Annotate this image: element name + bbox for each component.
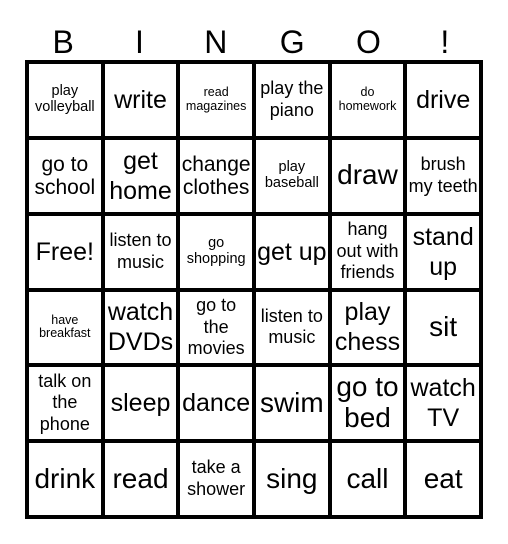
header-letter-exclamation: ! (440, 24, 450, 60)
header-letter-i: I (135, 24, 144, 60)
bingo-cell[interactable]: go to school (29, 139, 101, 212)
bingo-cell[interactable]: watch TV (407, 367, 479, 440)
bingo-cell[interactable]: draw (331, 139, 404, 212)
bingo-cell[interactable]: get home (104, 139, 177, 212)
bingo-cell[interactable]: take a shower (180, 443, 252, 515)
bingo-grid: play volleyball write read magazines pla… (25, 60, 483, 519)
bingo-cell[interactable]: do homework (331, 64, 404, 136)
bingo-cell[interactable]: sleep (104, 367, 177, 440)
bingo-cell[interactable]: swim (255, 367, 328, 440)
header-letter-b: B (52, 24, 74, 60)
bingo-cell-free[interactable]: Free! (29, 215, 101, 288)
bingo-cell[interactable]: hang out with friends (331, 215, 404, 288)
header-letter-o: O (356, 24, 381, 60)
bingo-cell[interactable]: play the piano (255, 64, 328, 136)
bingo-cell[interactable]: dance (180, 367, 252, 440)
bingo-cell[interactable]: get up (255, 215, 328, 288)
bingo-cell[interactable]: sing (255, 443, 328, 515)
header-letter-n: N (204, 24, 228, 60)
header-letter-g: G (279, 24, 305, 60)
bingo-cell[interactable]: go shopping (180, 215, 252, 288)
bingo-cell[interactable]: drink (29, 443, 101, 515)
bingo-cell[interactable]: call (331, 443, 404, 515)
bingo-cell[interactable]: go to bed (331, 367, 404, 440)
bingo-cell[interactable]: change clothes (180, 139, 252, 212)
bingo-header: B I N G O ! (25, 22, 483, 62)
bingo-cell[interactable]: talk on the phone (29, 367, 101, 440)
bingo-cell[interactable]: go to the movies (180, 291, 252, 364)
bingo-cell[interactable]: eat (407, 443, 479, 515)
bingo-cell[interactable]: read magazines (180, 64, 252, 136)
bingo-cell[interactable]: sit (407, 291, 479, 364)
bingo-cell[interactable]: brush my teeth (407, 139, 479, 212)
bingo-cell[interactable]: play chess (331, 291, 404, 364)
bingo-cell[interactable]: play volleyball (29, 64, 101, 136)
bingo-cell[interactable]: drive (407, 64, 479, 136)
bingo-cell[interactable]: listen to music (104, 215, 177, 288)
bingo-cell[interactable]: listen to music (255, 291, 328, 364)
bingo-cell[interactable]: stand up (407, 215, 479, 288)
bingo-cell[interactable]: watch DVDs (104, 291, 177, 364)
bingo-cell[interactable]: have breakfast (29, 291, 101, 364)
bingo-cell[interactable]: play baseball (255, 139, 328, 212)
bingo-cell[interactable]: write (104, 64, 177, 136)
bingo-cell[interactable]: read (104, 443, 177, 515)
